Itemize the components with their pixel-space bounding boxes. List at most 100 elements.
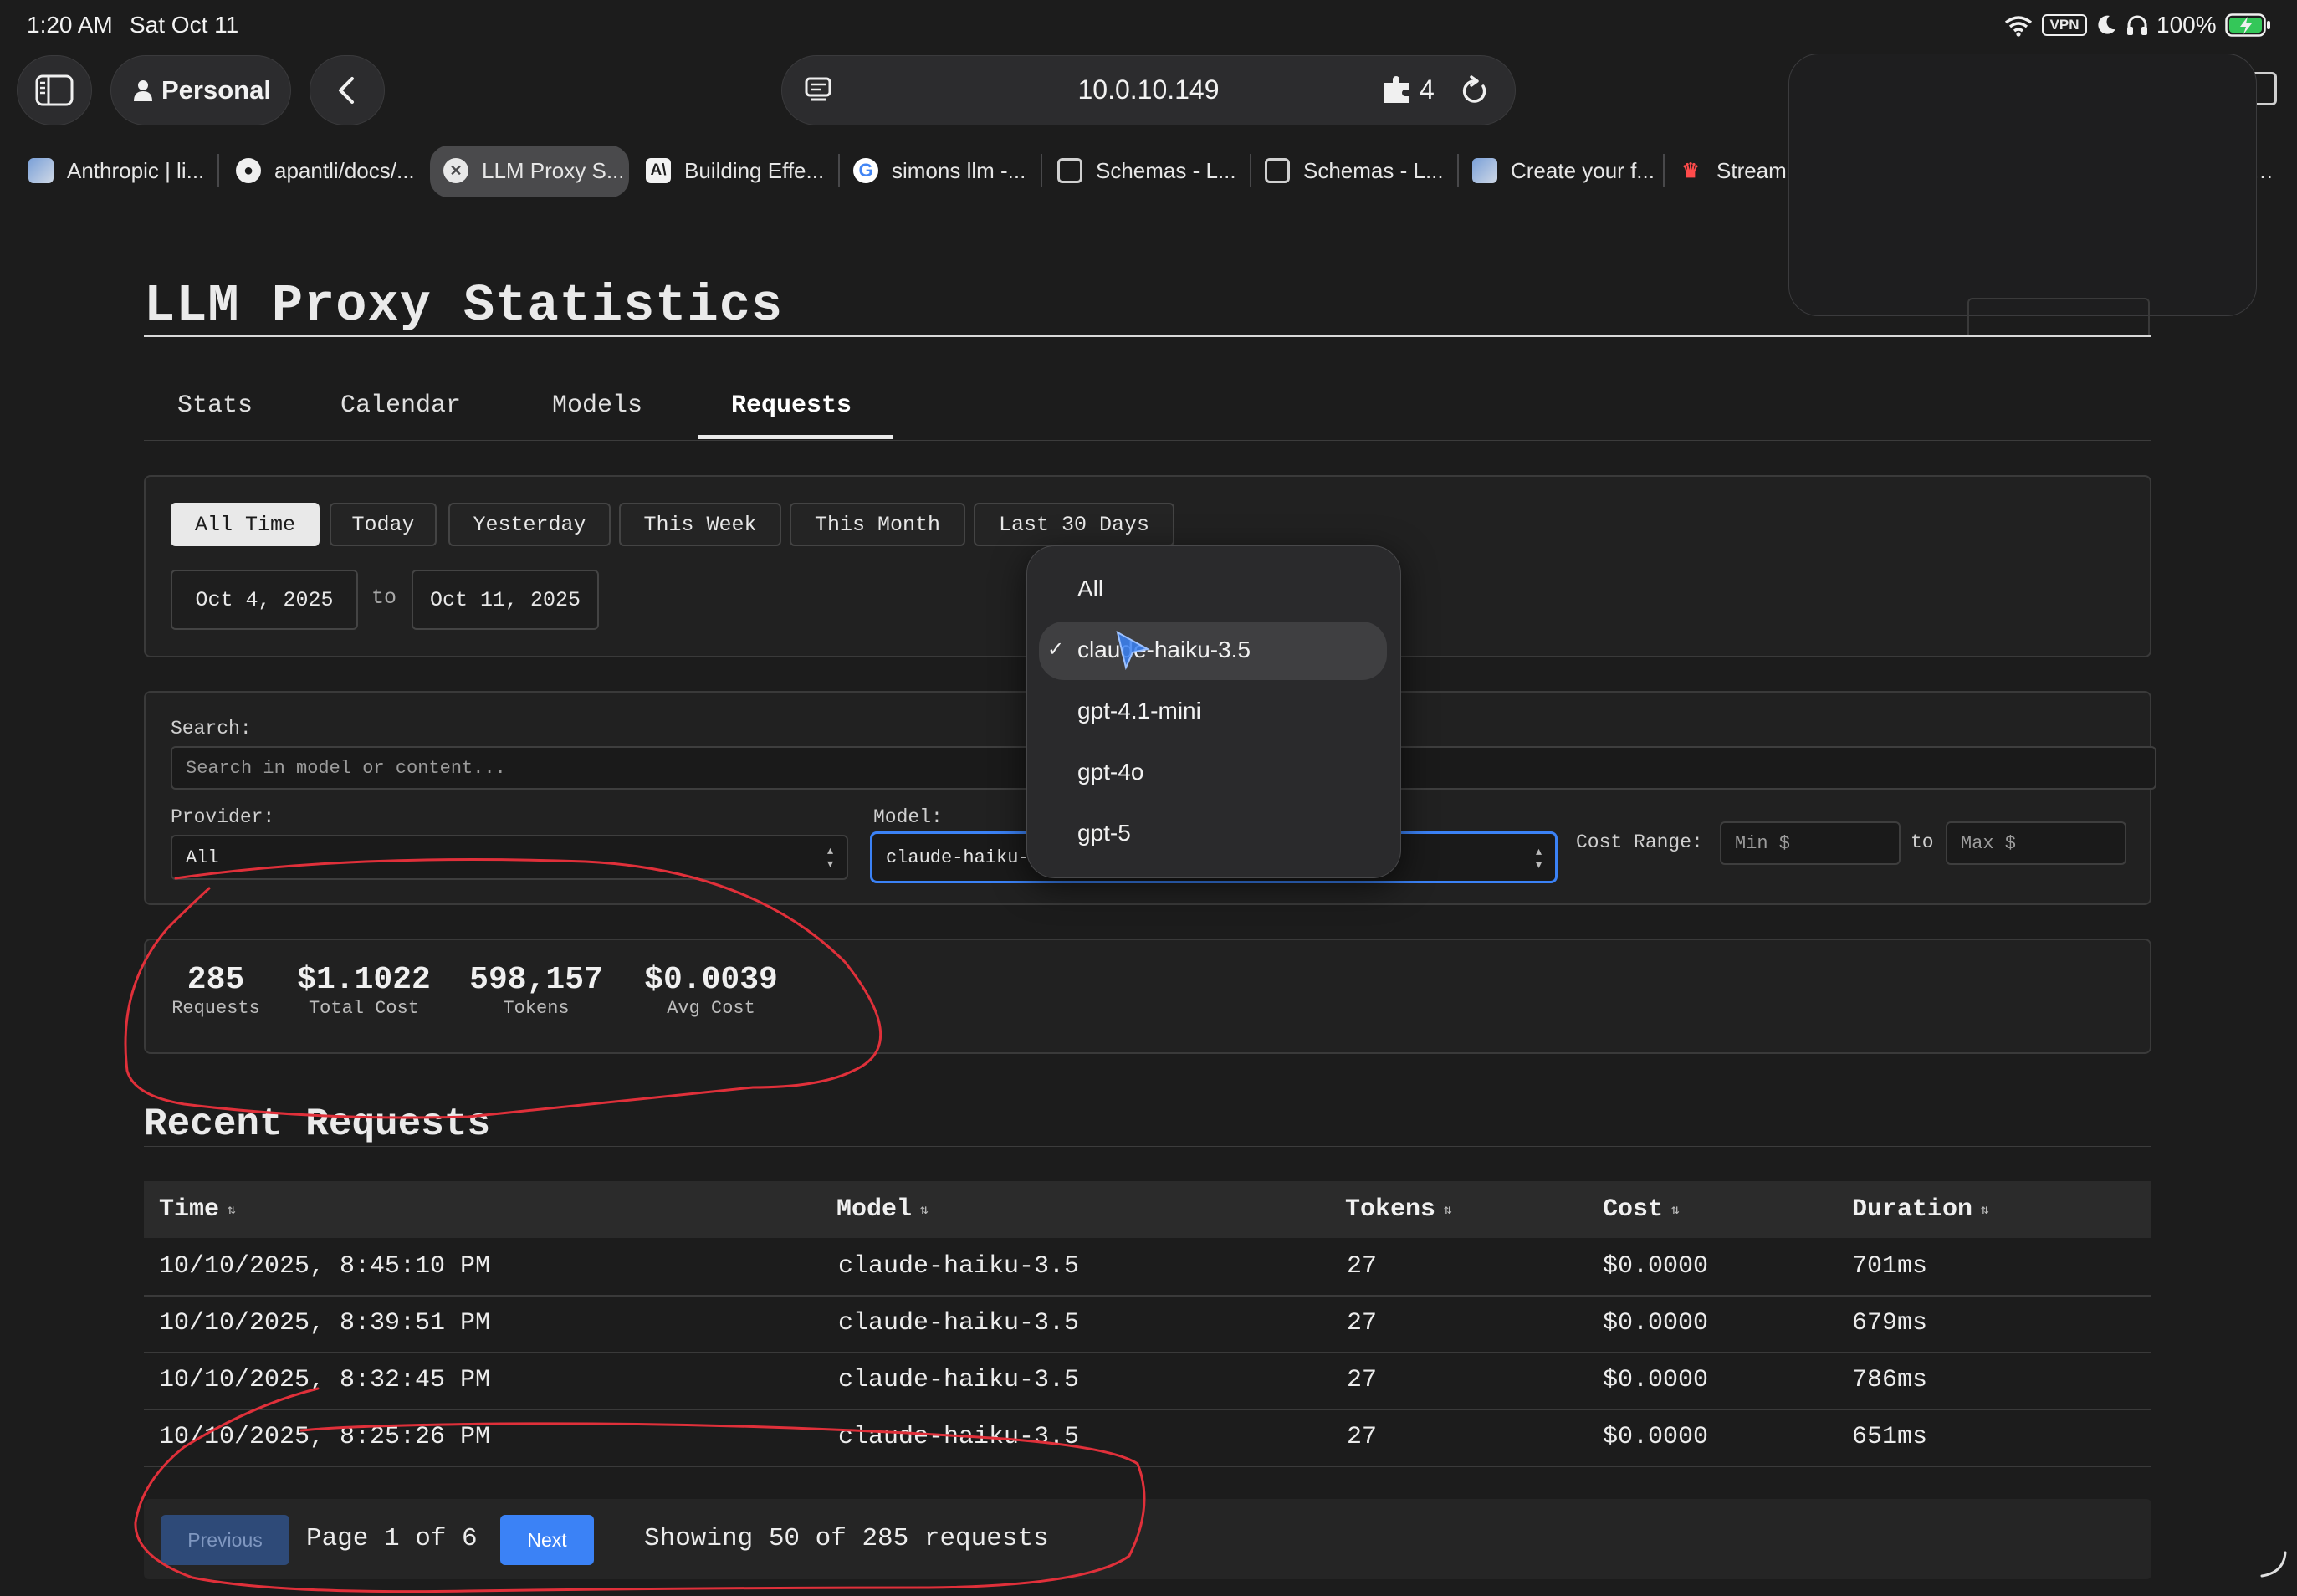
preset-last-30-days[interactable]: Last 30 Days xyxy=(974,503,1174,546)
dropdown-option-gpt-5[interactable]: gpt-5 xyxy=(1077,820,1131,847)
provider-label: Provider: xyxy=(171,806,275,828)
preset-yesterday[interactable]: Yesterday xyxy=(448,503,611,546)
tab-simons-llm[interactable]: G simons llm -... xyxy=(853,146,1031,196)
cell-time: 10/10/2025, 8:45:10 PM xyxy=(159,1252,491,1281)
reload-icon[interactable] xyxy=(1460,74,1490,106)
page-title: LLM Proxy Statistics xyxy=(144,276,784,335)
sort-icon[interactable]: ⇅ xyxy=(1671,1201,1680,1218)
dropdown-option-gpt-4o[interactable]: gpt-4o xyxy=(1077,759,1143,785)
cell-duration: 651ms xyxy=(1852,1423,1928,1451)
sort-icon[interactable]: ⇅ xyxy=(1444,1201,1452,1218)
battery-percent: 100% xyxy=(2156,12,2217,38)
tab-stats[interactable]: Stats xyxy=(177,391,253,420)
streamlit-icon: ♛ xyxy=(1681,159,1700,182)
sort-icon[interactable]: ⇅ xyxy=(1981,1201,1989,1218)
back-button[interactable] xyxy=(310,55,385,125)
tab-calendar[interactable]: Calendar xyxy=(340,391,461,420)
column-header-model[interactable]: Model ⇅ xyxy=(836,1181,929,1238)
tab-github[interactable]: ● apantli/docs/... xyxy=(236,146,420,196)
cell-tokens: 27 xyxy=(1347,1366,1378,1394)
provider-select[interactable]: All ▴ ▾ xyxy=(171,835,848,880)
column-header-tokens[interactable]: Tokens ⇅ xyxy=(1345,1181,1452,1238)
vpn-badge: VPN xyxy=(2042,14,2087,36)
tab-label: apantli/docs/... xyxy=(274,157,415,183)
tab-create-your[interactable]: Create your f... xyxy=(1472,146,1656,196)
max-cost-placeholder: Max $ xyxy=(1961,832,2017,854)
extensions-icon[interactable] xyxy=(1381,76,1413,105)
resize-handle-icon[interactable] xyxy=(2259,1549,2289,1579)
stat-requests: 285 Requests xyxy=(164,962,268,1019)
column-header-duration[interactable]: Duration ⇅ xyxy=(1852,1181,1989,1238)
table-row[interactable]: 10/10/2025, 8:39:51 PM claude-haiku-3.5 … xyxy=(144,1295,2151,1353)
showing-count: Showing 50 of 285 requests xyxy=(644,1524,1049,1553)
dropdown-option-gpt-4-1-mini[interactable]: gpt-4.1-mini xyxy=(1077,698,1201,724)
table-row[interactable]: 10/10/2025, 8:25:26 PM claude-haiku-3.5 … xyxy=(144,1409,2151,1467)
sort-icon[interactable]: ⇅ xyxy=(228,1201,236,1218)
google-icon: G xyxy=(853,158,878,183)
model-label: Model: xyxy=(873,806,943,828)
next-button[interactable]: Next xyxy=(500,1515,594,1565)
sort-icon[interactable]: ⇅ xyxy=(920,1201,929,1218)
tabs-divider xyxy=(144,440,2151,441)
tab-label: simons llm -... xyxy=(892,157,1026,183)
stat-avg-cost: $0.0039 Avg Cost xyxy=(629,962,793,1019)
tab-divider xyxy=(217,154,219,187)
tab-streamlit[interactable]: ♛ Streaml xyxy=(1678,146,1790,196)
max-cost-input[interactable]: Max $ xyxy=(1946,821,2126,865)
tab-requests[interactable]: Requests xyxy=(731,391,852,420)
column-header-cost[interactable]: Cost ⇅ xyxy=(1603,1181,1680,1238)
min-cost-input[interactable]: Min $ xyxy=(1720,821,1901,865)
preset-this-month[interactable]: This Month xyxy=(790,503,965,546)
tab-label: Streaml xyxy=(1716,157,1790,183)
dropdown-option-all[interactable]: All xyxy=(1077,575,1103,602)
tab-schemas-2[interactable]: Schemas - L... xyxy=(1265,146,1449,196)
tab-schemas-1[interactable]: Schemas - L... xyxy=(1057,146,1241,196)
close-icon[interactable]: ✕ xyxy=(443,158,468,183)
pointer-cursor-icon xyxy=(1114,629,1151,673)
stat-label: Avg Cost xyxy=(667,998,755,1019)
profile-button[interactable]: Personal xyxy=(110,55,291,125)
tab-llm-proxy[interactable]: ✕ LLM Proxy S... xyxy=(443,146,622,196)
cell-tokens: 27 xyxy=(1347,1309,1378,1338)
moon-icon xyxy=(2095,13,2117,37)
cell-duration: 701ms xyxy=(1852,1252,1928,1281)
header-action-button[interactable] xyxy=(1967,298,2150,335)
headphones-icon xyxy=(2126,13,2149,37)
column-header-time[interactable]: Time ⇅ xyxy=(159,1181,236,1238)
dropdown-option-claude-haiku[interactable]: claude-haiku-3.5 xyxy=(1077,637,1251,663)
tab-label: Create your f... xyxy=(1511,157,1655,183)
tab-label: Schemas - L... xyxy=(1096,157,1236,183)
select-arrows-icon: ▴ ▾ xyxy=(1534,844,1543,874)
date-range-to-label: to xyxy=(371,586,397,610)
end-date-input[interactable]: Oct 11, 2025 xyxy=(412,570,599,630)
table-row[interactable]: 10/10/2025, 8:45:10 PM claude-haiku-3.5 … xyxy=(144,1238,2151,1297)
table-row[interactable]: 10/10/2025, 8:32:45 PM claude-haiku-3.5 … xyxy=(144,1352,2151,1410)
stat-label: Tokens xyxy=(503,998,570,1019)
aws-cloud-icon xyxy=(1472,158,1497,183)
tab-building-effective[interactable]: A\ Building Effe... xyxy=(646,146,830,196)
sidebar-toggle-button[interactable] xyxy=(17,55,92,125)
battery-charging-icon xyxy=(2225,13,2272,37)
extensions-count: 4 xyxy=(1420,74,1435,105)
previous-button[interactable]: Previous xyxy=(161,1515,289,1565)
floating-overlay-panel xyxy=(1788,54,2257,316)
stat-value: 285 xyxy=(187,962,245,998)
address-bar[interactable]: 10.0.10.149 4 xyxy=(781,55,1516,125)
preset-all-time[interactable]: All Time xyxy=(171,503,320,546)
stat-value: $0.0039 xyxy=(644,962,778,998)
person-icon xyxy=(134,80,152,101)
cell-model: claude-haiku-3.5 xyxy=(838,1309,1080,1338)
cell-time: 10/10/2025, 8:39:51 PM xyxy=(159,1309,491,1338)
tab-anthropic[interactable]: Anthropic | li... xyxy=(28,146,211,196)
anthropic-icon: A\ xyxy=(646,158,671,183)
cell-duration: 679ms xyxy=(1852,1309,1928,1338)
cell-cost: $0.0000 xyxy=(1603,1309,1709,1338)
tab-models[interactable]: Models xyxy=(552,391,642,420)
preset-today[interactable]: Today xyxy=(330,503,437,546)
start-date-input[interactable]: Oct 4, 2025 xyxy=(171,570,358,630)
stat-label: Requests xyxy=(171,998,260,1019)
cell-time: 10/10/2025, 8:25:26 PM xyxy=(159,1423,491,1451)
preset-this-week[interactable]: This Week xyxy=(619,503,781,546)
summary-panel xyxy=(144,939,2151,1054)
search-label: Search: xyxy=(171,718,252,739)
